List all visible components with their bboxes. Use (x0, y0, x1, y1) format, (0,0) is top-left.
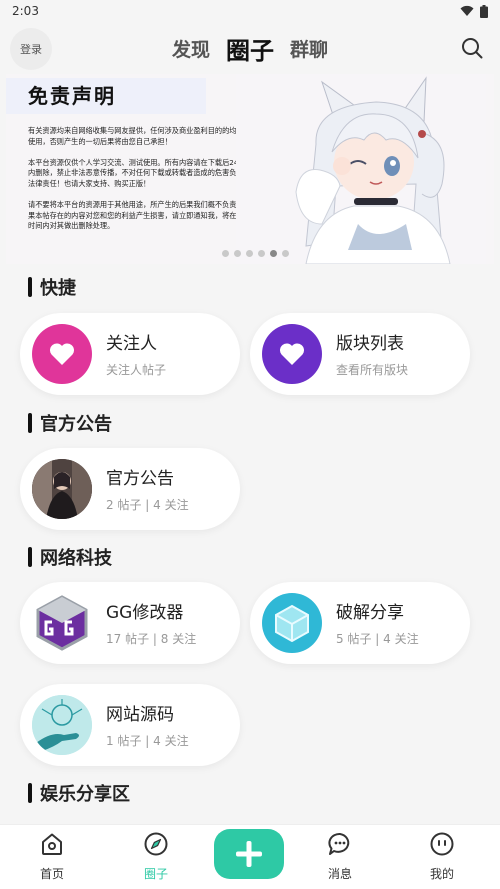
banner-disclaimer-text: 有关资源均来自网络收集与网友提供，任何涉及商业盈利目的的均不得使用，否则产生的一… (28, 126, 253, 231)
banner-title: 免责声明 (28, 84, 116, 108)
section-entertainment-share: 娱乐分享区 (28, 780, 130, 806)
card-subtitle: 17 帖子 | 8 关注 (106, 632, 197, 646)
section-title: 官方公告 (40, 414, 112, 435)
nav-messages[interactable]: 消息 (310, 831, 370, 882)
section-bar (28, 783, 32, 803)
card-name: 版块列表 (336, 334, 404, 354)
tab-discover[interactable]: 发现 (172, 35, 210, 62)
section-bar (28, 413, 32, 433)
section-bar (28, 547, 32, 567)
card-name: 关注人 (106, 334, 157, 354)
banner-carousel[interactable]: 免责声明 有关资源均来自网络收集与网友提供，任何涉及商业盈利目的的均不得使用，否… (6, 74, 494, 264)
pagination-dot[interactable] (258, 250, 265, 257)
card-board-list[interactable]: 版块列表 查看所有版块 (250, 313, 470, 395)
section-official-announcements: 官方公告 (28, 410, 112, 436)
pagination-dot[interactable] (282, 250, 289, 257)
tab-group-chat[interactable]: 群聊 (290, 35, 328, 62)
heart-icon (262, 324, 322, 384)
card-name: 破解分享 (336, 603, 404, 623)
section-network-tech: 网络科技 (28, 544, 112, 570)
gg-logo-icon (32, 593, 92, 653)
tab-circles[interactable]: 圈子 (226, 31, 274, 66)
nav-label: 首页 (39, 867, 64, 881)
battery-icon (480, 4, 488, 18)
card-name: GG修改器 (106, 603, 184, 623)
tech-hand-avatar (32, 695, 92, 755)
card-name: 官方公告 (106, 469, 174, 489)
add-post-button[interactable] (214, 829, 284, 879)
nav-label: 我的 (429, 867, 454, 881)
section-title: 网络科技 (40, 548, 112, 569)
top-bar: 登录 发现 圈子 群聊 (0, 24, 500, 72)
search-icon[interactable] (460, 36, 484, 60)
card-subtitle: 1 帖子 | 4 关注 (106, 734, 189, 748)
card-website-source[interactable]: 网站源码 1 帖子 | 4 关注 (20, 684, 240, 766)
plus-icon (236, 841, 262, 867)
card-gg-modifier[interactable]: GG修改器 17 帖子 | 8 关注 (20, 582, 240, 664)
section-shortcuts: 快捷 (28, 274, 76, 300)
pagination-dot[interactable] (222, 250, 229, 257)
compass-icon (144, 832, 168, 856)
section-title: 快捷 (40, 278, 76, 299)
nav-home[interactable]: 首页 (22, 831, 82, 882)
card-name: 网站源码 (106, 705, 174, 725)
banner-pagination (222, 250, 289, 257)
nav-circles[interactable]: 圈子 (126, 831, 186, 882)
card-crack-share[interactable]: 破解分享 5 帖子 | 4 关注 (250, 582, 470, 664)
pagination-dot-active[interactable] (270, 250, 277, 257)
top-tabs: 发现 圈子 群聊 (0, 24, 500, 72)
card-official-announcements[interactable]: 官方公告 2 帖子 | 4 关注 (20, 448, 240, 530)
card-subtitle: 5 帖子 | 4 关注 (336, 632, 419, 646)
card-subtitle: 2 帖子 | 4 关注 (106, 498, 189, 512)
card-subtitle: 关注人帖子 (106, 363, 167, 377)
message-icon (328, 833, 350, 855)
section-title: 娱乐分享区 (40, 784, 130, 805)
card-subtitle: 查看所有版块 (336, 363, 409, 377)
box-icon (262, 593, 322, 653)
pagination-dot[interactable] (246, 250, 253, 257)
wifi-icon (460, 5, 474, 16)
bottom-nav: 首页 圈子 消息 我的 (0, 824, 500, 889)
heart-icon (32, 324, 92, 384)
nav-profile[interactable]: 我的 (412, 831, 472, 882)
anime-character-illustration (236, 74, 486, 264)
card-followed-users[interactable]: 关注人 关注人帖子 (20, 313, 240, 395)
status-icons (460, 4, 488, 18)
section-bar (28, 277, 32, 297)
announcement-avatar (32, 459, 92, 519)
profile-icon (430, 832, 454, 856)
home-icon (42, 833, 62, 855)
status-bar: 2:03 (0, 0, 500, 22)
status-time: 2:03 (12, 4, 39, 18)
nav-label: 圈子 (143, 867, 168, 881)
pagination-dot[interactable] (234, 250, 241, 257)
nav-label: 消息 (327, 867, 352, 881)
